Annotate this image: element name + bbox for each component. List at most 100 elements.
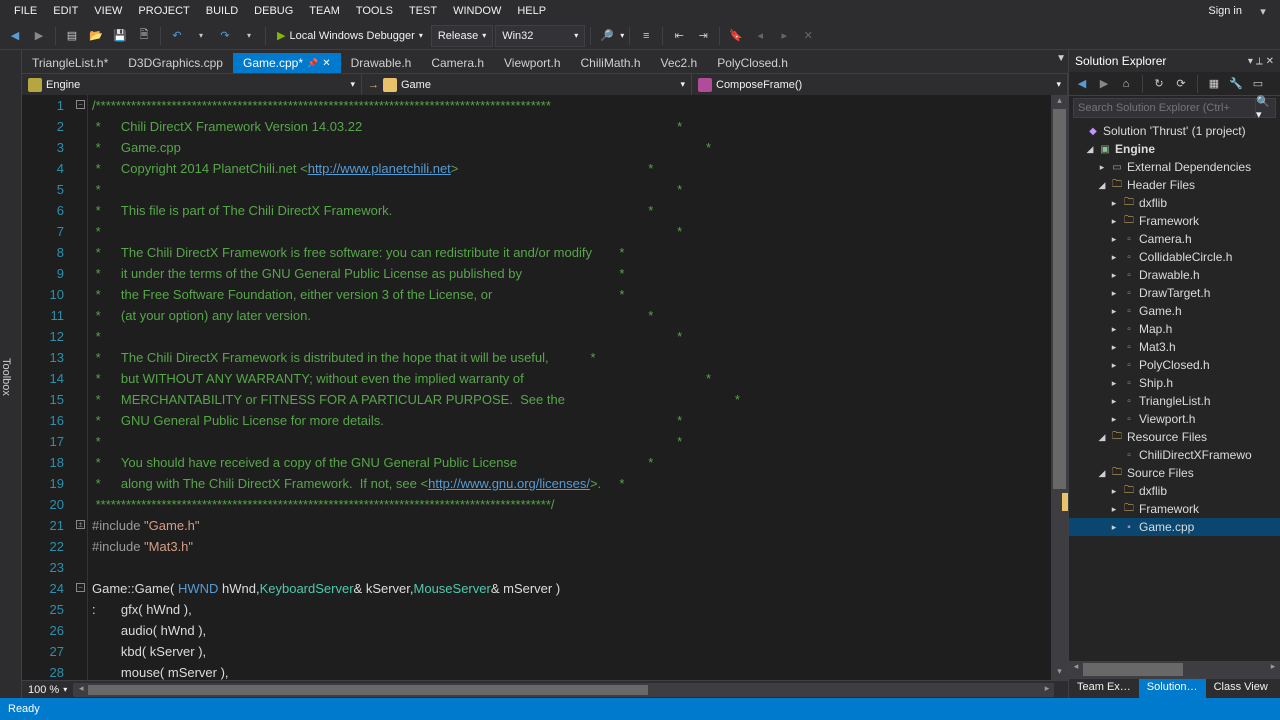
tree-item[interactable]: ▸▫PolyClosed.h: [1069, 356, 1280, 374]
tab-drawable-h[interactable]: Drawable.h: [341, 53, 422, 73]
pin-icon[interactable]: 📌: [307, 58, 318, 69]
expand-icon[interactable]: ▸: [1109, 234, 1119, 245]
nav-scope-combo[interactable]: Engine▾: [22, 74, 362, 95]
redo-icon[interactable]: ↷: [214, 25, 236, 47]
signin-link[interactable]: Sign in: [1198, 3, 1252, 19]
tree-item[interactable]: ▸🗀dxflib: [1069, 482, 1280, 500]
scroll-right-icon[interactable]: ▸: [1266, 661, 1280, 678]
tab-chilimath-h[interactable]: ChiliMath.h: [571, 53, 651, 73]
panel-menu-icon[interactable]: ▾: [1248, 56, 1253, 67]
expand-icon[interactable]: ▸: [1109, 414, 1119, 425]
showall-icon[interactable]: ▦: [1205, 75, 1223, 93]
tree-item[interactable]: ▸🗀Framework: [1069, 500, 1280, 518]
menu-edit[interactable]: EDIT: [45, 3, 86, 19]
new-project-icon[interactable]: ▤: [61, 25, 83, 47]
tree-item[interactable]: ▸▫DrawTarget.h: [1069, 284, 1280, 302]
tree-item[interactable]: ◢🗀Source Files: [1069, 464, 1280, 482]
expand-icon[interactable]: ▸: [1097, 162, 1107, 173]
scrollbar-thumb[interactable]: [1083, 663, 1183, 676]
expand-icon[interactable]: ◢: [1097, 180, 1107, 191]
tab-overflow-icon[interactable]: ▼: [1056, 53, 1066, 64]
expand-icon[interactable]: ▸: [1109, 522, 1119, 533]
tab-game-cpp-[interactable]: Game.cpp*📌✕: [233, 53, 341, 73]
tree-item[interactable]: ▸▫CollidableCircle.h: [1069, 248, 1280, 266]
tree-item[interactable]: ▸▫Mat3.h: [1069, 338, 1280, 356]
expand-icon[interactable]: ▸: [1109, 324, 1119, 335]
tab-viewport-h[interactable]: Viewport.h: [494, 53, 570, 73]
tree-item[interactable]: ▸▫Camera.h: [1069, 230, 1280, 248]
menu-help[interactable]: HELP: [509, 3, 554, 19]
close-icon[interactable]: ✕: [322, 58, 330, 69]
tab-vec2-h[interactable]: Vec2.h: [651, 53, 708, 73]
tree-item[interactable]: ◢🗀Resource Files: [1069, 428, 1280, 446]
zoom-combo[interactable]: 100 %▾: [22, 684, 74, 696]
redo-drop-icon[interactable]: ▾: [238, 25, 260, 47]
tree-item[interactable]: ▸▪Game.cpp: [1069, 518, 1280, 536]
scroll-down-icon[interactable]: ▾: [1051, 666, 1068, 680]
panel-tab[interactable]: Solution…: [1139, 679, 1206, 698]
menu-project[interactable]: PROJECT: [130, 3, 197, 19]
scroll-left-icon[interactable]: ◂: [1069, 661, 1083, 678]
tab-d3dgraphics-cpp[interactable]: D3DGraphics.cpp: [118, 53, 233, 73]
undo-icon[interactable]: ↶: [166, 25, 188, 47]
scroll-right-icon[interactable]: ▸: [1040, 683, 1054, 694]
menu-tools[interactable]: TOOLS: [348, 3, 401, 19]
tree-item[interactable]: ▸🗀dxflib: [1069, 194, 1280, 212]
properties-icon[interactable]: 🔧: [1227, 75, 1245, 93]
expand-icon[interactable]: ◢: [1097, 432, 1107, 443]
scroll-left-icon[interactable]: ◂: [74, 683, 88, 694]
nav-member-combo[interactable]: ComposeFrame()▾: [692, 74, 1068, 95]
tree-item[interactable]: ◆Solution 'Thrust' (1 project): [1069, 122, 1280, 140]
expand-icon[interactable]: ▸: [1109, 306, 1119, 317]
refresh-icon[interactable]: ⟳: [1172, 75, 1190, 93]
start-debug-button[interactable]: ▶ Local Windows Debugger ▾: [271, 25, 429, 47]
tree-item[interactable]: ◢🗀Header Files: [1069, 176, 1280, 194]
tree-item[interactable]: ◢▣Engine: [1069, 140, 1280, 158]
tab-polyclosed-h[interactable]: PolyClosed.h: [707, 53, 798, 73]
save-all-icon[interactable]: 🗎: [133, 25, 155, 47]
expand-icon[interactable]: ▸: [1109, 504, 1119, 515]
panel-close-icon[interactable]: ✕: [1266, 56, 1274, 67]
tree-item[interactable]: ▸▭External Dependencies: [1069, 158, 1280, 176]
expand-icon[interactable]: ◢: [1097, 468, 1107, 479]
nav-fwd-icon[interactable]: ▶: [1095, 75, 1113, 93]
nav-class-combo[interactable]: →Game▾: [362, 74, 692, 95]
tree-item[interactable]: ▸🗀Framework: [1069, 212, 1280, 230]
menu-debug[interactable]: DEBUG: [246, 3, 301, 19]
bookmark-next-icon[interactable]: ▸: [773, 25, 795, 47]
comment-icon[interactable]: ≡: [635, 25, 657, 47]
tree-item[interactable]: ▫ChiliDirectXFramewo: [1069, 446, 1280, 464]
tab-trianglelist-h-[interactable]: TriangleList.h*: [22, 53, 118, 73]
panel-tab[interactable]: Team Ex…: [1069, 679, 1139, 698]
expand-icon[interactable]: ▸: [1109, 360, 1119, 371]
expand-icon[interactable]: ◢: [1085, 144, 1095, 155]
expand-icon[interactable]: ▸: [1109, 396, 1119, 407]
fold-toggle[interactable]: −: [76, 583, 85, 592]
indent-less-icon[interactable]: ⇤: [668, 25, 690, 47]
save-icon[interactable]: 💾: [109, 25, 131, 47]
find-icon[interactable]: 🔎: [596, 25, 618, 47]
nav-back-icon[interactable]: ◀: [4, 25, 26, 47]
nav-fwd-icon[interactable]: ▶: [28, 25, 50, 47]
bookmark-clear-icon[interactable]: ✕: [797, 25, 819, 47]
open-file-icon[interactable]: 📂: [85, 25, 107, 47]
tree-item[interactable]: ▸▫Viewport.h: [1069, 410, 1280, 428]
tree-item[interactable]: ▸▫Map.h: [1069, 320, 1280, 338]
signin-dropdown-icon[interactable]: ▾: [1252, 0, 1274, 22]
tree-item[interactable]: ▸▫Drawable.h: [1069, 266, 1280, 284]
search-icon[interactable]: 🔍▾: [1256, 98, 1276, 118]
home-icon[interactable]: ⌂: [1117, 75, 1135, 93]
platform-combo[interactable]: Win32▾: [495, 25, 585, 47]
menu-build[interactable]: BUILD: [198, 3, 246, 19]
sync-icon[interactable]: ↻: [1150, 75, 1168, 93]
expand-icon[interactable]: ▸: [1109, 270, 1119, 281]
expand-icon[interactable]: ▸: [1109, 342, 1119, 353]
bookmark-prev-icon[interactable]: ◂: [749, 25, 771, 47]
expand-icon[interactable]: ▸: [1109, 252, 1119, 263]
menu-file[interactable]: FILE: [6, 3, 45, 19]
tree-item[interactable]: ▸▫TriangleList.h: [1069, 392, 1280, 410]
bookmark-icon[interactable]: 🔖: [725, 25, 747, 47]
search-input[interactable]: [1073, 98, 1256, 118]
panel-tab[interactable]: Class View: [1206, 679, 1276, 698]
scrollbar-thumb[interactable]: [1053, 109, 1066, 489]
